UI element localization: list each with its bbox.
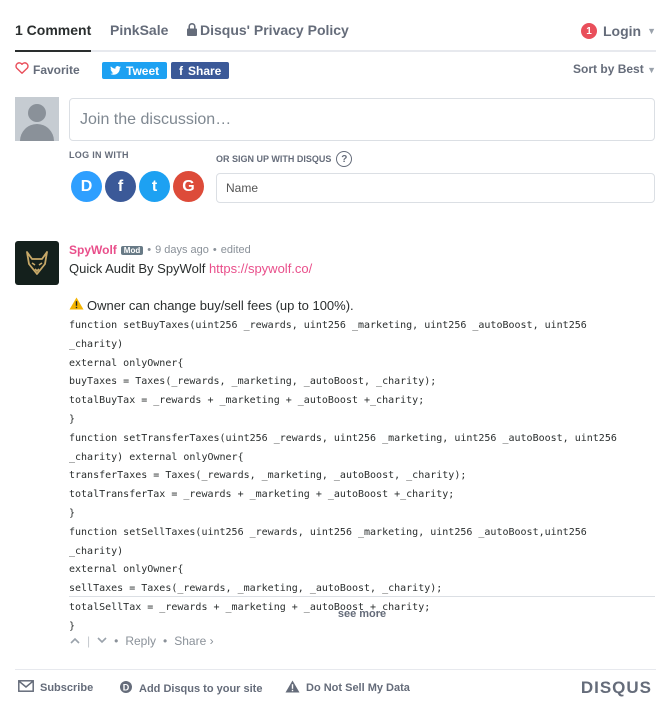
- code-line: buyTaxes = Taxes(_rewards, _marketing, _…: [69, 376, 437, 388]
- twitter-icon: [110, 64, 121, 78]
- tweet-button[interactable]: Tweet: [102, 62, 168, 79]
- moderator-badge: Mod: [120, 245, 144, 255]
- code-line: function setSellTaxes(uint256 _rewards, …: [69, 526, 593, 557]
- comment-input[interactable]: Join the discussion…: [69, 98, 655, 141]
- login-label: Login: [602, 23, 642, 39]
- tweet-label: Tweet: [126, 63, 160, 78]
- reply-button[interactable]: Reply: [125, 634, 156, 648]
- edited-label: edited: [220, 244, 251, 256]
- upvote-icon[interactable]: [70, 635, 80, 647]
- name-field[interactable]: [216, 173, 655, 203]
- sort-dropdown[interactable]: Sort by Best ▼: [573, 62, 656, 76]
- do-not-sell-link[interactable]: Do Not Sell My Data: [285, 680, 410, 696]
- comment-body: Quick Audit By SpyWolf https://spywolf.c…: [69, 260, 649, 637]
- add-disqus-link[interactable]: D Add Disqus to your site: [119, 680, 262, 697]
- do-not-sell-label: Do Not Sell My Data: [306, 682, 410, 694]
- chevron-down-icon: ▼: [647, 26, 656, 36]
- comment-intro: Quick Audit By SpyWolf https://spywolf.c…: [69, 261, 649, 276]
- comment-author[interactable]: SpyWolf: [69, 243, 117, 257]
- spywolf-link[interactable]: https://spywolf.co/: [209, 261, 312, 276]
- subscribe-button[interactable]: Subscribe: [18, 680, 93, 695]
- divider: [69, 596, 655, 597]
- signup-text: OR SIGN UP WITH DISQUS: [216, 154, 332, 164]
- share-label: Share: [188, 63, 222, 78]
- code-line: function setBuyTaxes(uint256 _rewards, u…: [69, 320, 593, 350]
- warning-text: Owner can change buy/sell fees (up to 10…: [87, 297, 354, 313]
- footer: Subscribe D Add Disqus to your site Do N…: [15, 669, 656, 711]
- tab-pinksale[interactable]: PinkSale: [110, 22, 168, 52]
- see-more-button[interactable]: see more: [69, 608, 655, 620]
- guest-avatar: [15, 97, 59, 141]
- wolf-logo-icon: [26, 251, 48, 275]
- code-line: totalBuyTax = _rewards + _marketing + _a…: [69, 395, 425, 407]
- disqus-logo[interactable]: DISQUS: [581, 678, 652, 698]
- facebook-share-button[interactable]: f Share: [171, 62, 230, 79]
- intro-text: Quick Audit By SpyWolf: [69, 261, 209, 276]
- code-line: transferTaxes = Taxes(_rewards, _marketi…: [69, 470, 467, 482]
- warning-icon: [69, 297, 84, 313]
- downvote-icon[interactable]: [97, 635, 107, 647]
- envelope-icon: [18, 680, 34, 695]
- code-line: }: [69, 507, 76, 519]
- disqus-login-icon[interactable]: D: [71, 171, 102, 202]
- login-with-label: LOG IN WITH: [69, 150, 129, 160]
- code-line: function setTransferTaxes(uint256 _rewar…: [69, 432, 617, 444]
- code-line: _charity) external onlyOwner{: [69, 451, 244, 463]
- notification-badge: 1: [580, 23, 597, 39]
- code-line: }: [69, 413, 76, 425]
- help-icon[interactable]: ?: [336, 151, 353, 167]
- code-line: external onlyOwner{: [69, 357, 184, 369]
- tab-privacy-policy[interactable]: Disqus' Privacy Policy: [187, 22, 349, 52]
- alert-icon: [285, 680, 300, 696]
- tab-bar: 1 Comment PinkSale Disqus' Privacy Polic…: [15, 0, 656, 52]
- facebook-icon: f: [179, 63, 183, 78]
- code-line: external onlyOwner{: [69, 564, 184, 576]
- svg-text:D: D: [123, 682, 130, 692]
- login-button[interactable]: 1 Login ▼: [580, 23, 656, 39]
- warning-line: Owner can change buy/sell fees (up to 10…: [69, 297, 649, 313]
- code-block: function setBuyTaxes(uint256 _rewards, u…: [69, 317, 644, 637]
- sort-label: Sort by Best: [573, 62, 644, 76]
- disqus-icon: D: [119, 680, 133, 697]
- subscribe-label: Subscribe: [40, 681, 94, 694]
- google-login-icon[interactable]: G: [173, 171, 204, 202]
- add-disqus-label: Add Disqus to your site: [139, 682, 263, 695]
- signup-label: OR SIGN UP WITH DISQUS ?: [216, 151, 353, 167]
- comment-timestamp[interactable]: 9 days ago: [155, 244, 209, 256]
- favorite-button[interactable]: Favorite: [15, 62, 80, 77]
- lock-icon: [187, 23, 197, 39]
- social-login-group: D f t G: [71, 171, 204, 202]
- favorite-label: Favorite: [33, 62, 80, 77]
- chevron-down-icon: ▼: [647, 65, 656, 75]
- comment-meta: SpyWolf Mod • 9 days ago • edited: [69, 243, 251, 257]
- comment-actions: | • Reply • Share ›: [70, 634, 214, 648]
- code-line: totalTransferTax = _rewards + _marketing…: [69, 489, 455, 501]
- tab-comments[interactable]: 1 Comment: [15, 22, 92, 52]
- share-comment-button[interactable]: Share ›: [174, 634, 213, 648]
- facebook-login-icon[interactable]: f: [105, 171, 136, 202]
- spywolf-avatar[interactable]: [15, 241, 59, 285]
- heart-icon: [15, 62, 29, 77]
- privacy-label: Disqus' Privacy Policy: [200, 22, 349, 38]
- twitter-login-icon[interactable]: t: [139, 171, 170, 202]
- thread-toolbar: Favorite Tweet f Share Sort by Best ▼: [15, 60, 656, 82]
